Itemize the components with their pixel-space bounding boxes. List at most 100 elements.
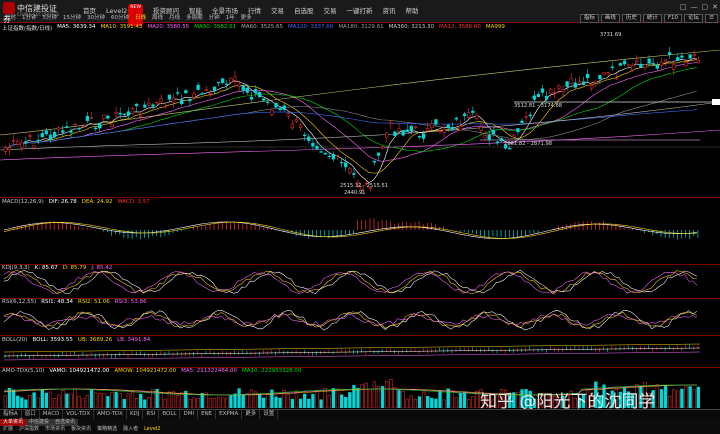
indicator-tab-10[interactable]: EXPMA bbox=[216, 410, 243, 419]
menu-item-8[interactable]: 交易 bbox=[318, 0, 341, 22]
volume-bar bbox=[688, 386, 692, 408]
minimize-icon[interactable]: □ bbox=[680, 3, 687, 11]
volume-bar bbox=[233, 393, 237, 408]
volume-bar bbox=[426, 396, 430, 408]
restore-icon[interactable]: — bbox=[691, 3, 698, 11]
candle-body bbox=[159, 98, 163, 103]
candle-body bbox=[61, 130, 65, 133]
menu-item-10[interactable]: 资讯 bbox=[377, 0, 400, 22]
candle-body bbox=[77, 128, 81, 130]
volume-bar bbox=[40, 389, 44, 408]
candle-body bbox=[57, 127, 61, 130]
volume-bar bbox=[52, 398, 57, 408]
close-icon[interactable]: ✕ bbox=[712, 3, 718, 11]
indicator-tab-1[interactable]: 窗口 bbox=[22, 410, 40, 419]
status-link-6[interactable]: Level2 bbox=[141, 426, 163, 433]
status-link-5[interactable]: 融入者 bbox=[120, 426, 141, 433]
maximize-icon[interactable]: ▢ bbox=[702, 3, 709, 11]
period-1[interactable]: 1分钟 bbox=[19, 14, 40, 23]
volume-bar bbox=[462, 392, 467, 408]
indicator-tab-6[interactable]: RSI bbox=[143, 410, 160, 419]
indicator-tab-7[interactable]: BOLL bbox=[159, 410, 181, 419]
menu-item-6[interactable]: 交易 bbox=[266, 0, 289, 22]
indicator-tab-3[interactable]: VOL-TDX bbox=[63, 410, 95, 419]
period-11[interactable]: 1年 bbox=[223, 14, 238, 23]
macd-legend: MACD(12,26,9) DIF: 26.78 DEA: 24.92 MACD: 3… bbox=[2, 199, 150, 205]
chart-tool-6[interactable]: ☰ bbox=[705, 14, 718, 23]
chart-tool-4[interactable]: F10 bbox=[663, 14, 683, 23]
period-6[interactable]: 日线 bbox=[132, 14, 149, 23]
volume-bar bbox=[163, 398, 167, 408]
menu-item-7[interactable]: 自选股 bbox=[289, 0, 319, 22]
boll-line bbox=[3, 351, 701, 361]
candle-body bbox=[467, 112, 471, 118]
chart-tool-2[interactable]: 历史 bbox=[621, 14, 641, 23]
status-tab-0[interactable]: 大单资讯 bbox=[0, 419, 27, 426]
status-link-4[interactable]: 策略精选 bbox=[94, 426, 120, 433]
indicator-tab-0[interactable]: 指标A bbox=[0, 410, 22, 419]
candle-body bbox=[3, 147, 8, 152]
status-tab-2[interactable]: 自选资讯 bbox=[52, 419, 79, 426]
status-link-2[interactable]: 市场资讯 bbox=[42, 426, 68, 433]
indicator-tab-12[interactable]: 设置 bbox=[260, 410, 279, 419]
candle-body bbox=[241, 85, 245, 91]
volume-bar bbox=[434, 398, 438, 408]
period-7[interactable]: 周线 bbox=[149, 14, 166, 23]
period-8[interactable]: 月线 bbox=[166, 14, 183, 23]
volume-bar bbox=[331, 388, 336, 408]
volume-bar bbox=[216, 397, 221, 408]
chart-tool-3[interactable]: 统计 bbox=[642, 14, 662, 23]
candle-body bbox=[561, 89, 565, 92]
candle-body bbox=[278, 107, 282, 110]
period-2[interactable]: 5分钟 bbox=[40, 14, 61, 23]
volume-bar bbox=[61, 390, 65, 408]
period-12[interactable]: 更多 bbox=[238, 14, 255, 23]
indicator-tab-11[interactable]: 更多 bbox=[242, 410, 261, 419]
volume-bar bbox=[36, 397, 40, 408]
volume-bar bbox=[274, 396, 278, 408]
status-link-0[interactable]: 扩展 bbox=[0, 426, 16, 433]
period-4[interactable]: 30分钟 bbox=[84, 14, 108, 23]
volume-bar bbox=[89, 389, 94, 408]
volume-bar bbox=[139, 393, 143, 408]
chart-tool-0[interactable]: 指标 bbox=[579, 14, 599, 23]
period-9[interactable]: 多周期 bbox=[183, 14, 206, 23]
candle-body bbox=[618, 63, 623, 66]
period-0[interactable]: 分时 bbox=[2, 14, 19, 23]
chart-tool-5[interactable]: 论坛 bbox=[684, 14, 704, 23]
period-3[interactable]: 15分钟 bbox=[60, 14, 84, 23]
status-link-1[interactable]: 沪深指数 bbox=[16, 426, 42, 433]
period-10[interactable]: 分钟 bbox=[206, 14, 223, 23]
candle-body bbox=[93, 127, 98, 130]
chart-tool-1[interactable]: 画线 bbox=[600, 14, 620, 23]
menu-item-11[interactable]: 帮助 bbox=[400, 0, 423, 22]
kline-chart[interactable] bbox=[0, 30, 720, 408]
indicator-tab-2[interactable]: MACD bbox=[40, 410, 64, 419]
status-link-3[interactable]: 板块资讯 bbox=[68, 426, 94, 433]
candle-body bbox=[143, 104, 147, 108]
candle-body bbox=[520, 120, 524, 124]
volume-bar bbox=[93, 392, 98, 408]
indicator-tab-8[interactable]: DMI bbox=[180, 410, 199, 419]
volume-bar bbox=[257, 393, 262, 408]
volume-bar bbox=[11, 389, 16, 408]
status-tab-1[interactable]: 中信建投 bbox=[26, 419, 53, 426]
annotation-range-top: 3512.81 - 3174.88 bbox=[514, 103, 563, 109]
period-5[interactable]: 60分钟 bbox=[108, 14, 132, 23]
long-ma-line bbox=[0, 101, 720, 151]
indicator-tab-4[interactable]: AMO-TDX bbox=[94, 410, 127, 419]
indicator-tab-9[interactable]: ENE bbox=[198, 410, 217, 419]
volume-bar bbox=[368, 389, 372, 408]
candle-body bbox=[233, 76, 237, 81]
indicator-tab-5[interactable]: KDJ bbox=[127, 410, 144, 419]
volume-bar bbox=[458, 392, 463, 408]
menu-item-9[interactable]: 一键打新 bbox=[341, 0, 377, 22]
volume-bar bbox=[376, 386, 381, 408]
annotation-range-mid: 2861.82 - 2871.98 bbox=[504, 141, 553, 147]
volume-bar bbox=[229, 395, 233, 408]
candle-body bbox=[180, 99, 184, 105]
candle-body bbox=[270, 109, 274, 115]
candle-body bbox=[401, 130, 405, 136]
candle-body bbox=[692, 53, 696, 56]
boll-legend-item: BOLL(20) bbox=[2, 337, 28, 343]
